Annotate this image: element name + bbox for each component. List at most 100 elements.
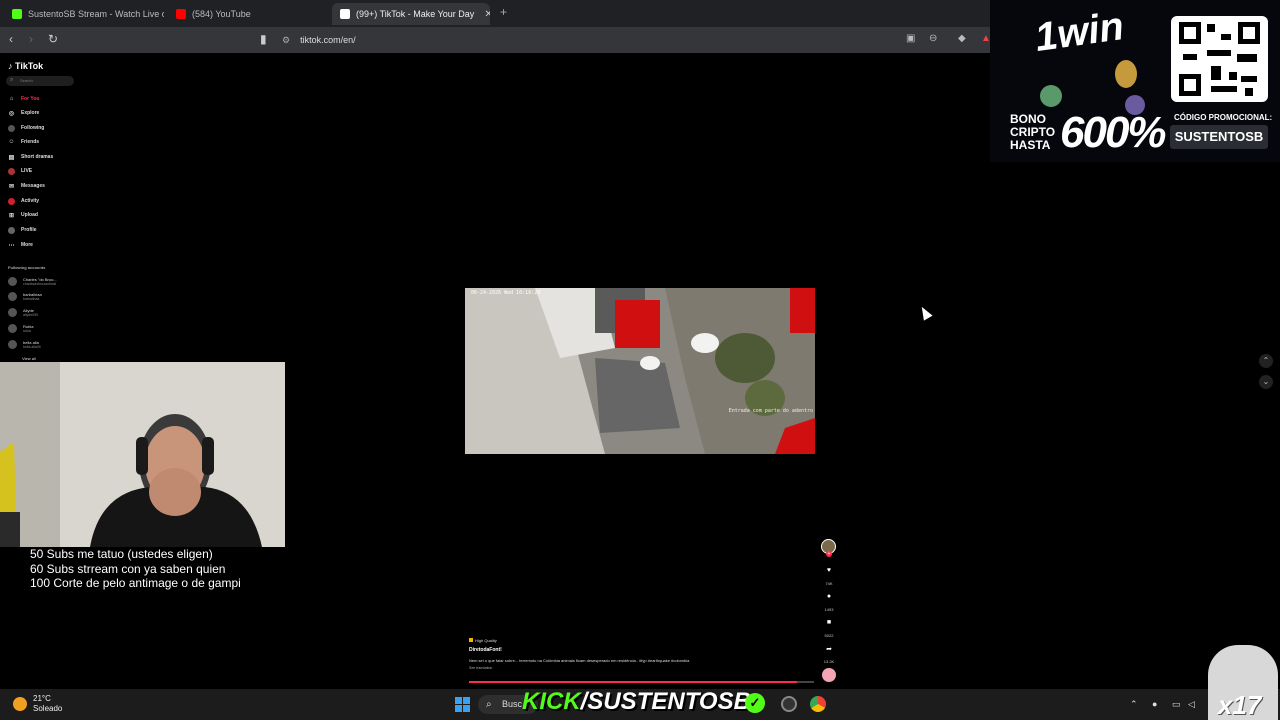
- sidebar-item-more[interactable]: ⋯ More: [8, 240, 33, 250]
- new-tab-button[interactable]: +: [500, 5, 507, 19]
- video-player[interactable]: 06-24-2026 Wed 10:16:29 Entrada com part…: [465, 288, 815, 454]
- sidebar-item-profile[interactable]: Profile: [8, 225, 37, 235]
- account-item[interactable]: Aliyde aliyde099: [8, 305, 38, 319]
- weather-condition: Soleado: [33, 704, 63, 713]
- sidebar-item-label: Profile: [21, 227, 37, 233]
- weather-widget[interactable]: 21°C Soleado: [33, 694, 62, 714]
- tab-youtube[interactable]: (584) YouTube: [168, 3, 328, 25]
- sidebar-item-upload[interactable]: ⊞ Upload: [8, 210, 38, 220]
- video-frame: [465, 288, 815, 454]
- see-translation-link[interactable]: See translation: [469, 666, 814, 670]
- taskbar-search-label: Busc: [502, 699, 523, 709]
- avatar: [8, 339, 17, 349]
- tiktok-sidebar: ♪ TikTok ⌕ Search ⌂ For You ◎ Explore Foll…: [0, 53, 80, 363]
- reload-icon[interactable]: ↻: [48, 32, 58, 46]
- subs-goal-line: 60 Subs strream con ya saben quien: [30, 561, 226, 576]
- sidebar-item-messages[interactable]: ✉ Messages: [8, 181, 45, 191]
- drama-icon: ▤: [8, 154, 15, 161]
- browser-tab-bar: SustentoSB Stream - Watch Live on K (584…: [0, 0, 990, 27]
- video-description: Nem sei o que falar sobre... terremoto n…: [469, 658, 690, 663]
- sidebar-item-explore[interactable]: ◎ Explore: [8, 108, 39, 118]
- account-item[interactable]: bella alla bella.alla09: [8, 337, 41, 351]
- compass-icon: ◎: [8, 110, 15, 117]
- account-name: barbalinaa: [23, 291, 42, 297]
- chrome-icon[interactable]: [810, 696, 826, 712]
- youtube-icon: [176, 9, 186, 19]
- sidebar-item-following[interactable]: Following: [8, 123, 44, 133]
- sidebar-item-short-dramas[interactable]: ▤ Short dramas: [8, 152, 54, 162]
- like-count: 74K: [825, 581, 833, 586]
- sidebar-item-live[interactable]: LIVE: [8, 166, 32, 176]
- tiktok-logo[interactable]: ♪ TikTok: [8, 61, 43, 71]
- network-icon[interactable]: ▭: [1172, 699, 1181, 710]
- chevron-up-icon[interactable]: ⌃: [1130, 699, 1138, 710]
- bookmark-icon[interactable]: ■: [820, 619, 838, 626]
- forward-icon[interactable]: ›: [29, 32, 33, 46]
- profile-icon: [8, 226, 15, 234]
- tab-tiktok[interactable]: (99+) TikTok - Make Your Day ✕: [332, 3, 490, 25]
- coin-icon: [1040, 85, 1062, 107]
- tab-kick[interactable]: SustentoSB Stream - Watch Live on K: [4, 3, 164, 25]
- sidebar-item-label: More: [21, 242, 33, 248]
- search-input[interactable]: ⌕ Search: [6, 76, 74, 86]
- share-icon[interactable]: ➦: [820, 645, 838, 653]
- translate-icon[interactable]: ▣: [906, 33, 915, 44]
- search-icon: ⌕: [486, 699, 492, 710]
- site-info-icon[interactable]: ⚙: [282, 35, 290, 46]
- kick-channel-overlay: KICK/SUSTENTOSB: [522, 688, 751, 716]
- follow-plus-icon[interactable]: +: [826, 551, 832, 557]
- sun-icon[interactable]: [13, 697, 27, 711]
- sidebar-item-friends[interactable]: ☺ Friends: [8, 137, 39, 147]
- kick-channel-name: /SUSTENTOSB: [580, 688, 751, 715]
- url-text: tiktok.com/en/: [300, 35, 356, 45]
- quality-badge-text: High Quality: [475, 638, 497, 643]
- comment-icon[interactable]: ●: [820, 593, 838, 600]
- sidebar-item-label: Upload: [21, 212, 38, 218]
- tiktok-icon: [340, 9, 350, 19]
- microphone-icon[interactable]: ●: [1152, 699, 1157, 709]
- video-caption: High Quality DiretodaFont! Nem sei o que…: [469, 638, 814, 670]
- bookmark-icon[interactable]: ▮: [260, 32, 267, 46]
- avatar: [8, 276, 17, 286]
- tab-label: SustentoSB Stream - Watch Live on K: [28, 9, 164, 19]
- kick-icon: [12, 9, 22, 19]
- account-handle: barbalinaa: [23, 296, 40, 301]
- home-icon: ⌂: [9, 96, 14, 102]
- sidebar-item-label: Messages: [21, 183, 45, 189]
- zoom-icon[interactable]: ⊖: [929, 33, 937, 44]
- view-all-link[interactable]: View all: [22, 356, 36, 361]
- browser-nav-bar: ‹ › ↻ ▮ ⚙ tiktok.com/en/ ▣ ⊖ ◆ ▲: [0, 27, 991, 53]
- heart-icon[interactable]: ♥: [820, 567, 838, 574]
- comment-count: 1493: [824, 607, 834, 612]
- promo-bono-text: BONO CRIPTO HASTA: [1010, 113, 1055, 152]
- sidebar-item-for-you[interactable]: ⌂ For You: [8, 94, 40, 104]
- message-icon: ✉: [8, 183, 15, 190]
- video-progress-bar[interactable]: [469, 681, 814, 683]
- author-name[interactable]: DiretodaFont!: [469, 647, 814, 653]
- close-tab-icon[interactable]: ✕: [484, 9, 490, 20]
- windows-start-icon[interactable]: [455, 697, 470, 712]
- back-icon[interactable]: ‹: [9, 32, 13, 46]
- volume-icon[interactable]: ◁: [1188, 699, 1195, 710]
- bono-line: HASTA: [1010, 138, 1051, 152]
- tab-label: (584) YouTube: [192, 9, 251, 19]
- avatar: [8, 307, 17, 317]
- account-item[interactable]: Charles "do Broo... charlesdobrooaoficial: [8, 274, 57, 288]
- account-item[interactable]: Rubia rubia: [8, 321, 33, 335]
- sidebar-item-label: Friends: [21, 139, 40, 145]
- qr-code: [1171, 16, 1268, 102]
- tab-label: (99+) TikTok - Make Your Day: [356, 9, 475, 19]
- brand-text: TikTok: [15, 61, 44, 71]
- temperature: 21°C: [33, 694, 51, 703]
- previous-video-button[interactable]: ⌃: [1259, 354, 1273, 368]
- next-video-button[interactable]: ⌄: [1259, 375, 1273, 389]
- music-disc-icon[interactable]: [822, 668, 836, 682]
- following-icon: [8, 124, 15, 132]
- shield-icon[interactable]: ◆: [958, 33, 966, 44]
- account-name: Rubia: [23, 323, 34, 329]
- address-bar[interactable]: ⚙ tiktok.com/en/: [282, 30, 982, 50]
- account-item[interactable]: barbalinaa barbalinaa: [8, 289, 42, 303]
- sidebar-item-activity[interactable]: Activity: [8, 196, 39, 206]
- more-icon: ⋯: [8, 242, 15, 249]
- app-icon[interactable]: [781, 696, 797, 712]
